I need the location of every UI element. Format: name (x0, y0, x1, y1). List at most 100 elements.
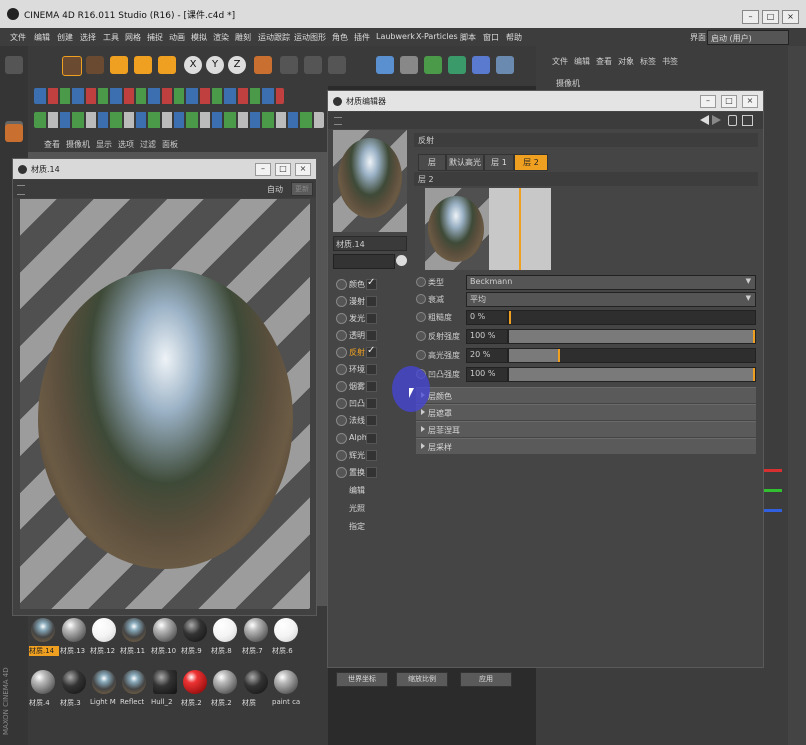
viewport-menu-item[interactable]: 选项 (118, 139, 134, 150)
tab-layer-2[interactable]: 层 2 (514, 154, 548, 171)
plugin-icon[interactable] (34, 112, 324, 128)
viewport-menu-item[interactable]: 摄像机 (66, 139, 90, 150)
x-axis-icon[interactable]: X (184, 56, 202, 74)
om-menu-item[interactable]: 对象 (618, 56, 634, 67)
menu-item[interactable]: 帮助 (506, 32, 522, 43)
undo-icon[interactable] (5, 56, 23, 74)
menu-item[interactable]: 渲染 (213, 32, 229, 43)
menu-item[interactable]: 脚本 (460, 32, 476, 43)
material-thumb[interactable]: 材质.8 (211, 616, 239, 656)
channel-radio[interactable] (336, 381, 347, 392)
z-axis-icon[interactable]: Z (228, 56, 246, 74)
channel-checkbox[interactable] (366, 398, 377, 409)
channel-radio[interactable] (336, 330, 347, 341)
select-tool-icon[interactable] (62, 56, 82, 76)
material-thumb[interactable]: 材质.7 (242, 616, 270, 656)
minimize-button[interactable]: – (742, 10, 759, 24)
channel-color[interactable]: 颜色 (336, 276, 414, 293)
material-thumb[interactable]: 材质.6 (272, 616, 300, 656)
param-radio[interactable] (416, 312, 426, 322)
close-button[interactable]: × (742, 95, 758, 108)
render-picture-icon[interactable] (304, 56, 322, 74)
spline-icon[interactable] (400, 56, 418, 74)
material-thumb[interactable]: 材质.13 (60, 616, 88, 656)
channel-radio[interactable] (336, 450, 347, 461)
channel-checkbox[interactable] (366, 364, 377, 375)
channel-displacement[interactable]: 置换 (336, 464, 414, 481)
tab-layers[interactable]: 层 (418, 154, 446, 171)
param-radio[interactable] (416, 331, 426, 341)
slider-knob[interactable] (509, 311, 511, 324)
deformer-icon[interactable] (448, 56, 466, 74)
menu-item[interactable]: 模拟 (191, 32, 207, 43)
attenuation-select[interactable]: 平均 ▼ (466, 292, 756, 307)
back-arrow-icon[interactable] (700, 115, 709, 125)
channel-checkbox[interactable] (366, 330, 377, 341)
channel-glow[interactable]: 辉光 (336, 447, 414, 464)
viewport-menu-item[interactable]: 面板 (162, 139, 178, 150)
material-thumb[interactable]: Hull_2 (151, 668, 179, 708)
menu-item[interactable]: 网格 (125, 32, 141, 43)
material-thumb[interactable]: Reflect (120, 668, 148, 708)
maximize-button[interactable]: □ (762, 10, 779, 24)
menu-item[interactable]: 创建 (57, 32, 73, 43)
param-radio[interactable] (416, 277, 426, 287)
material-thumb[interactable]: 材质.11 (120, 616, 148, 656)
material-thumb[interactable]: 材质 (242, 668, 270, 708)
plugin-icon[interactable] (34, 88, 284, 104)
bump-strength-input[interactable]: 100 % (466, 367, 508, 382)
maximize-button[interactable]: □ (275, 163, 291, 176)
lock-icon[interactable] (728, 115, 737, 126)
slider-knob[interactable] (753, 330, 755, 343)
move-tool-icon[interactable] (86, 56, 104, 74)
channel-illumination[interactable]: 光照 (336, 500, 414, 517)
channel-radio[interactable] (336, 364, 347, 375)
menu-item[interactable]: 选择 (80, 32, 96, 43)
coordinate-system-icon[interactable] (254, 56, 272, 74)
material-thumb[interactable]: paint ca (272, 668, 300, 708)
channel-checkbox[interactable] (366, 415, 377, 426)
environment-icon[interactable] (472, 56, 490, 74)
auto-update-label[interactable]: 自动 (267, 184, 283, 195)
channel-radio[interactable] (336, 313, 347, 324)
channel-checkbox[interactable] (366, 313, 377, 324)
viewport-menu-item[interactable]: 显示 (96, 139, 112, 150)
fold-layer-sampling[interactable]: 层采样 (416, 438, 756, 454)
menu-item[interactable]: 工具 (103, 32, 119, 43)
channel-radio[interactable] (336, 296, 347, 307)
channel-checkbox[interactable] (366, 345, 377, 358)
material-options-icon[interactable] (396, 255, 407, 266)
specular-strength-input[interactable]: 20 % (466, 348, 508, 363)
material-type-field[interactable] (333, 254, 395, 269)
roughness-slider[interactable] (508, 310, 756, 325)
channel-editor[interactable]: 编辑 (336, 482, 414, 499)
specular-strength-slider[interactable] (508, 348, 756, 363)
world-coordinates-select[interactable]: 世界坐标 (336, 672, 388, 687)
om-menu-item[interactable]: 编辑 (574, 56, 590, 67)
menu-item[interactable]: 动画 (169, 32, 185, 43)
menu-item[interactable]: 文件 (10, 32, 26, 43)
generator-icon[interactable] (424, 56, 442, 74)
channel-luminance[interactable]: 发光 (336, 310, 414, 327)
channel-checkbox[interactable] (366, 433, 377, 444)
scale-tool-icon[interactable] (110, 56, 128, 74)
render-view-icon[interactable] (280, 56, 298, 74)
close-button[interactable]: × (782, 10, 799, 24)
channel-checkbox[interactable] (366, 381, 377, 392)
y-axis-icon[interactable]: Y (206, 56, 224, 74)
new-window-icon[interactable] (742, 115, 753, 126)
menu-item[interactable]: 雕刻 (235, 32, 251, 43)
forward-arrow-icon[interactable] (712, 115, 721, 125)
channel-normal[interactable]: 法线 (336, 412, 414, 429)
object-mode-icon[interactable] (5, 124, 23, 142)
roughness-input[interactable]: 0 % (466, 310, 508, 325)
channel-checkbox[interactable] (366, 467, 377, 478)
menu-item[interactable]: 运动跟踪 (258, 32, 290, 43)
scale-ratio-select[interactable]: 缩放比例 (396, 672, 448, 687)
cube-icon[interactable] (376, 56, 394, 74)
menu-item[interactable]: 窗口 (483, 32, 499, 43)
type-select[interactable]: Beckmann ▼ (466, 275, 756, 290)
minimize-button[interactable]: – (700, 95, 716, 108)
menu-item[interactable]: 运动图形 (294, 32, 326, 43)
fold-layer-color[interactable]: 层颜色 (416, 387, 756, 403)
